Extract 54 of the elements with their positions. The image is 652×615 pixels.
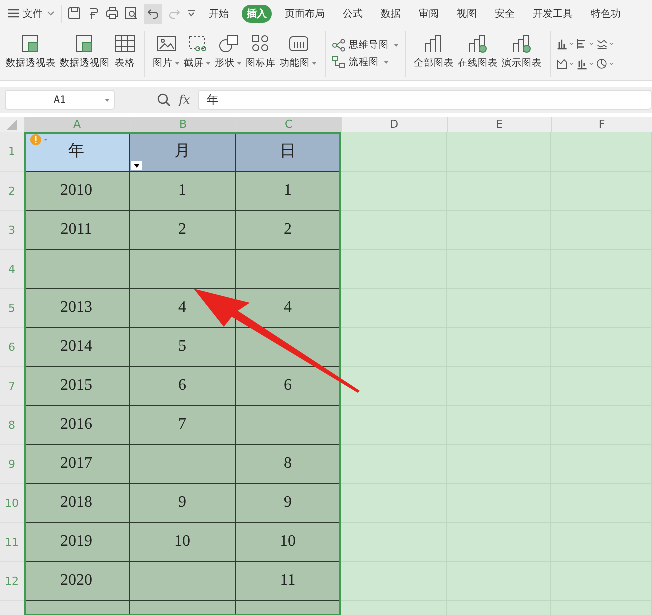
table-cell: 10 — [236, 523, 341, 562]
ribbon-tab[interactable]: 视图 — [452, 4, 482, 22]
function-label[interactable]: fx — [179, 93, 190, 107]
ribbon-tab[interactable]: 公式 — [338, 4, 368, 22]
formula-field[interactable]: 年 — [198, 90, 652, 110]
ribbon-tab[interactable]: 数据 — [376, 4, 406, 22]
table-cell: 1 — [236, 172, 341, 211]
table-cell: 1 — [130, 172, 236, 211]
ribbon-button[interactable]: 表格 — [112, 30, 138, 76]
ribbon-button[interactable]: 图标库 — [244, 30, 278, 76]
table-cell: 2018 — [24, 484, 130, 523]
table-cell: 6 — [236, 367, 341, 406]
ribbon-button[interactable]: 数据透视图 — [58, 30, 112, 76]
ribbon-button[interactable]: 数据透视表 — [4, 30, 58, 76]
table-cell: 4 — [236, 289, 341, 328]
flowchart-button[interactable]: 流程图 — [332, 56, 399, 68]
table-cell: 2017 — [24, 445, 130, 484]
table-cell: 5 — [130, 328, 236, 367]
ribbon-button[interactable]: 功能图 — [278, 30, 319, 76]
table-cell: 2020 — [24, 562, 130, 601]
ribbon-tab[interactable]: 页面布局 — [280, 4, 330, 22]
ribbon-button[interactable]: 全部图表 — [412, 30, 456, 76]
table-cell: 11 — [236, 562, 341, 601]
table-cell: 2013 — [24, 289, 130, 328]
ribbon-button[interactable]: 图片 — [151, 30, 182, 76]
table-cell: 9 — [236, 484, 341, 523]
table-cell: 2015 — [24, 367, 130, 406]
table-cell: 2 — [130, 211, 236, 250]
table-cell: 9 — [130, 484, 236, 523]
ribbon-button[interactable]: 在线图表 — [456, 30, 500, 76]
table-cell: 2014 — [24, 328, 130, 367]
table-cell: 月 — [130, 132, 236, 172]
ribbon-button[interactable]: 演示图表 — [500, 30, 544, 76]
table-cell: 2 — [236, 211, 341, 250]
file-menu[interactable]: 文件 — [8, 6, 55, 20]
ribbon-tab[interactable]: 特色功 — [586, 4, 626, 22]
ribbon-button[interactable]: 形状 — [213, 30, 244, 76]
table-cell: 2011 — [24, 211, 130, 250]
table-cell: 2016 — [24, 406, 130, 445]
table-cell: 年 — [24, 132, 130, 172]
table-cell: 7 — [130, 406, 236, 445]
table-cell: 6 — [130, 367, 236, 406]
ribbon-button[interactable]: 截屏 — [182, 30, 213, 76]
name-box[interactable]: A1 — [5, 90, 115, 110]
table-cell: 10 — [130, 523, 236, 562]
ribbon-tab[interactable]: 安全 — [490, 4, 520, 22]
table-cell: 2010 — [24, 172, 130, 211]
ribbon-tab[interactable]: 审阅 — [414, 4, 444, 22]
table-cell: 日 — [236, 132, 341, 172]
mind-map-button[interactable]: 思维导图 — [332, 38, 399, 52]
ribbon-tab[interactable]: 开发工具 — [528, 4, 578, 22]
table-cell: 2019 — [24, 523, 130, 562]
ribbon-tab[interactable]: 开始 — [204, 4, 234, 22]
table-cell: 8 — [236, 445, 341, 484]
